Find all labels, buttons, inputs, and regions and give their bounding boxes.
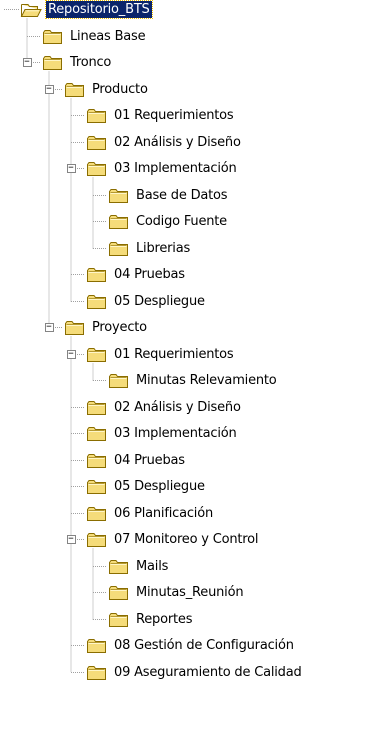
folder-icon [108, 558, 130, 576]
tree-node-label[interactable]: 06 Planificación [112, 505, 215, 522]
tree-node[interactable]: Codigo Fuente [108, 209, 229, 235]
folder-icon [108, 611, 130, 629]
tree-node-label[interactable]: Producto [90, 81, 150, 98]
tree-node-label[interactable]: Lineas Base [68, 28, 147, 45]
tree-node[interactable]: Mails [108, 554, 170, 580]
folder-icon [86, 107, 108, 125]
folder-icon [86, 293, 108, 311]
folder-icon [108, 213, 130, 231]
tree-node-label[interactable]: Base de Datos [134, 187, 229, 204]
tree-node[interactable]: 01 Requerimientos [86, 342, 236, 368]
folder-icon [86, 531, 108, 549]
collapse-toggle-icon[interactable]: − [66, 350, 76, 359]
tree-node-label[interactable]: 09 Aseguramiento de Calidad [112, 664, 304, 681]
folder-icon [64, 81, 86, 99]
collapse-toggle-icon[interactable]: − [66, 164, 76, 173]
tree-node[interactable]: Tronco [42, 50, 113, 76]
tree-node-label[interactable]: 08 Gestión de Configuración [112, 637, 296, 654]
folder-icon [108, 240, 130, 258]
folder-icon [86, 664, 108, 682]
tree-node[interactable]: 02 Análisis y Diseño [86, 395, 243, 421]
folder-icon [86, 637, 108, 655]
collapse-toggle-icon[interactable]: − [22, 58, 32, 67]
tree-node-label[interactable]: 01 Requerimientos [112, 346, 236, 363]
folder-icon [64, 319, 86, 337]
folder-icon [86, 160, 108, 178]
folder-icon [86, 505, 108, 523]
tree-node-label[interactable]: 03 Implementación [112, 160, 239, 177]
tree-node[interactable]: Reportes [108, 607, 194, 633]
tree-node[interactable]: Base de Datos [108, 183, 229, 209]
tree-node[interactable]: 04 Pruebas [86, 448, 187, 474]
folder-icon [86, 478, 108, 496]
folder-icon [108, 372, 130, 390]
tree-node[interactable]: 04 Pruebas [86, 262, 187, 288]
tree-node-label[interactable]: 04 Pruebas [112, 266, 187, 283]
tree-node[interactable]: 06 Planificación [86, 501, 215, 527]
tree-node-label[interactable]: Repositorio_BTS [45, 0, 153, 19]
tree-node[interactable]: 02 Análisis y Diseño [86, 130, 243, 156]
tree-node-label[interactable]: Mails [134, 558, 170, 575]
folder-open-icon [20, 1, 42, 19]
tree-node-label[interactable]: 01 Requerimientos [112, 107, 236, 124]
folder-icon [86, 346, 108, 364]
tree-node[interactable]: 09 Aseguramiento de Calidad [86, 660, 304, 686]
tree-node[interactable]: Repositorio_BTS [20, 0, 153, 23]
tree-node[interactable]: 08 Gestión de Configuración [86, 633, 296, 659]
tree-node-label[interactable]: 04 Pruebas [112, 452, 187, 469]
collapse-toggle-icon[interactable]: − [44, 85, 54, 94]
folder-icon [86, 266, 108, 284]
tree-node[interactable]: Librerias [108, 236, 192, 262]
tree-node-label[interactable]: 05 Despliegue [112, 293, 207, 310]
tree-node-label[interactable]: Minutas_Reunión [134, 584, 245, 601]
tree-node-label[interactable]: 02 Análisis y Diseño [112, 134, 243, 151]
tree-node[interactable]: 01 Requerimientos [86, 103, 236, 129]
folder-icon [42, 54, 64, 72]
tree-node-label[interactable]: Codigo Fuente [134, 213, 229, 230]
tree-node-label[interactable]: Proyecto [90, 319, 149, 336]
tree-node[interactable]: 07 Monitoreo y Control [86, 527, 260, 553]
tree-node-label[interactable]: 02 Análisis y Diseño [112, 399, 243, 416]
tree-node[interactable]: 03 Implementación [86, 156, 239, 182]
collapse-toggle-icon[interactable]: − [66, 535, 76, 544]
tree-node[interactable]: Lineas Base [42, 24, 147, 50]
tree-node[interactable]: 03 Implementación [86, 421, 239, 447]
tree-node[interactable]: 05 Despliegue [86, 474, 207, 500]
collapse-toggle-icon[interactable]: − [44, 323, 54, 332]
tree-node[interactable]: Producto [64, 77, 150, 103]
tree-node-label[interactable]: Reportes [134, 611, 194, 628]
folder-icon [86, 134, 108, 152]
folder-icon [108, 584, 130, 602]
folder-tree-view: Repositorio_BTS Lineas Base Tronco − Product… [0, 0, 384, 737]
tree-node[interactable]: Minutas Relevamiento [108, 368, 279, 394]
tree-node-label[interactable]: 03 Implementación [112, 425, 239, 442]
folder-icon [42, 28, 64, 46]
folder-icon [86, 399, 108, 417]
tree-node[interactable]: Minutas_Reunión [108, 580, 245, 606]
folder-icon [86, 425, 108, 443]
tree-node-label[interactable]: 05 Despliegue [112, 478, 207, 495]
tree-node[interactable]: Proyecto [64, 315, 149, 341]
tree-node-label[interactable]: Minutas Relevamiento [134, 372, 279, 389]
tree-node[interactable]: 05 Despliegue [86, 289, 207, 315]
tree-node-label[interactable]: Tronco [68, 54, 113, 71]
tree-node-label[interactable]: Librerias [134, 240, 192, 257]
tree-node-label[interactable]: 07 Monitoreo y Control [112, 531, 260, 548]
folder-icon [86, 452, 108, 470]
folder-icon [108, 187, 130, 205]
